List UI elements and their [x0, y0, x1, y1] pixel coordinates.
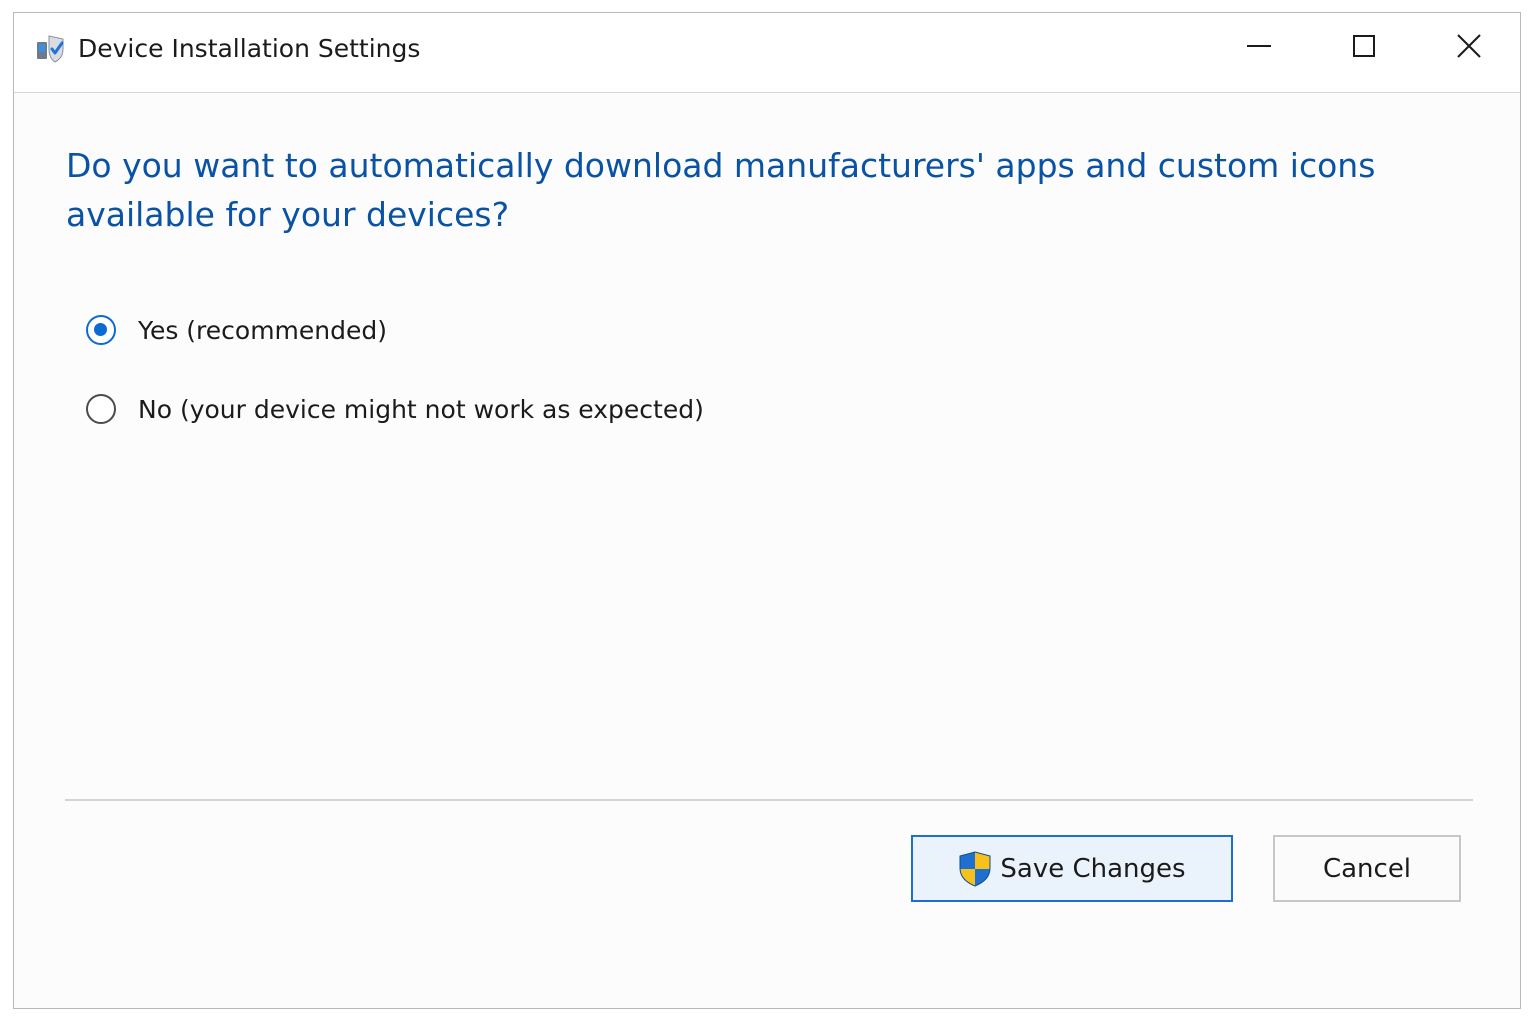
- footer-divider: [65, 799, 1473, 801]
- yes-option-label[interactable]: Yes (recommended): [138, 316, 387, 345]
- minimize-button[interactable]: [1207, 13, 1311, 83]
- option-no[interactable]: No (your device might not work as expect…: [86, 389, 704, 429]
- minimize-icon: [1246, 33, 1272, 63]
- window-title: Device Installation Settings: [78, 34, 421, 63]
- cancel-label: Cancel: [1322, 853, 1412, 884]
- title-bar[interactable]: Device Installation Settings: [14, 13, 1520, 93]
- maximize-button[interactable]: [1312, 13, 1416, 83]
- maximize-icon: [1351, 33, 1377, 63]
- dialog-window: Device Installation Settings Do you want…: [13, 12, 1521, 1009]
- no-radio-button[interactable]: [86, 394, 116, 424]
- device-settings-shield-icon: [35, 33, 67, 65]
- save-changes-label: Save Changes: [1000, 853, 1186, 884]
- cancel-button[interactable]: Cancel: [1273, 835, 1461, 902]
- save-changes-button[interactable]: Save Changes: [911, 835, 1233, 902]
- yes-radio-button[interactable]: [86, 315, 116, 345]
- uac-shield-icon: [958, 850, 992, 887]
- question-heading: Do you want to automatically download ma…: [66, 146, 1376, 234]
- option-yes[interactable]: Yes (recommended): [86, 310, 387, 350]
- no-option-label[interactable]: No (your device might not work as expect…: [138, 395, 704, 424]
- close-icon: [1456, 33, 1482, 63]
- close-button[interactable]: [1417, 13, 1521, 83]
